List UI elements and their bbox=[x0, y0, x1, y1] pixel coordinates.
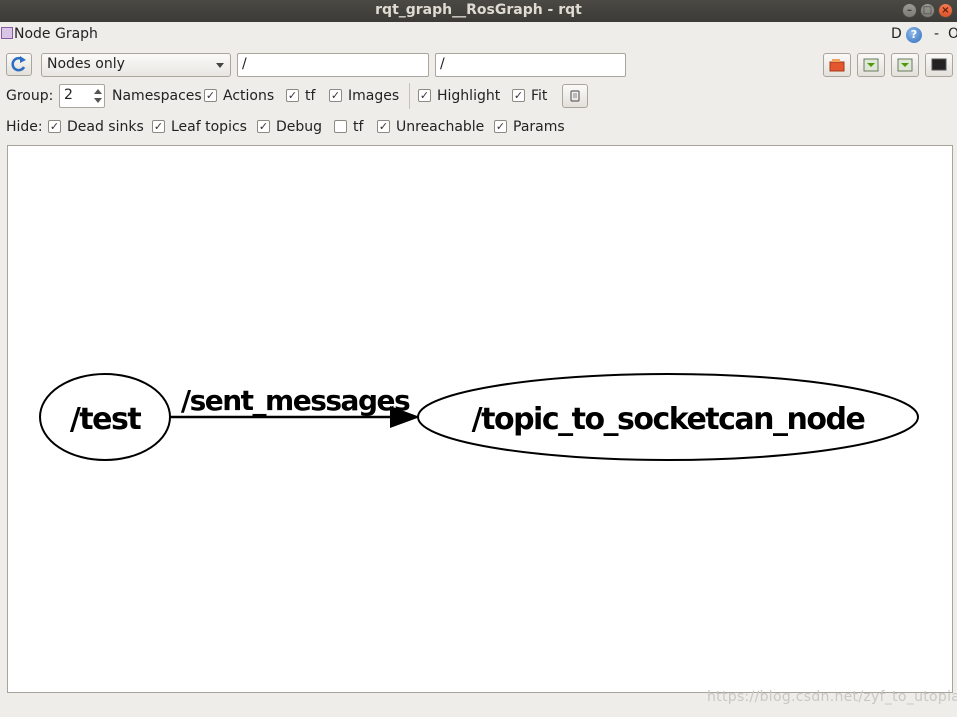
watermark: https://blog.csdn.net/zyf_to_utopia bbox=[707, 689, 957, 705]
highlight-checkbox[interactable]: ✓ bbox=[512, 89, 525, 102]
screenshot-icon bbox=[931, 58, 947, 71]
graph-type-select[interactable]: Nodes only bbox=[41, 53, 231, 77]
dock-minimize-button[interactable]: - bbox=[934, 26, 939, 42]
save-image-icon bbox=[897, 58, 913, 72]
screenshot-button[interactable] bbox=[925, 53, 953, 77]
leaf-topics-checkbox[interactable]: ✓ bbox=[152, 120, 165, 133]
hide-label: Hide: bbox=[6, 119, 43, 135]
graph-edge-sent-messages[interactable]: /sent_messages bbox=[170, 384, 420, 428]
help-icon[interactable]: ? bbox=[906, 27, 922, 43]
open-file-icon bbox=[829, 59, 845, 72]
load-dot-button[interactable] bbox=[823, 53, 851, 77]
namespaces-label: Namespaces bbox=[112, 88, 202, 104]
minimize-button[interactable]: – bbox=[902, 3, 917, 18]
group-label: Group: bbox=[6, 88, 54, 104]
actions-checkbox[interactable]: ✓ bbox=[286, 89, 299, 102]
group-spinbox[interactable]: 2 bbox=[59, 84, 105, 108]
node-label-topic-to-socketcan: /topic_to_socketcan_node bbox=[472, 402, 865, 437]
dead-sinks-checkbox[interactable]: ✓ bbox=[48, 120, 61, 133]
graph-type-value: Nodes only bbox=[47, 56, 125, 72]
save-dot-icon bbox=[863, 58, 879, 72]
maximize-button[interactable]: □ bbox=[920, 3, 935, 18]
toolbar-divider bbox=[409, 83, 410, 109]
hide-tf-checkbox[interactable] bbox=[334, 120, 347, 133]
window-titlebar: rqt_graph__RosGraph - rqt – □ × bbox=[0, 0, 957, 22]
debug-checkbox[interactable]: ✓ bbox=[257, 120, 270, 133]
actions-label: Actions bbox=[223, 88, 275, 104]
images-checkbox[interactable]: ✓ bbox=[418, 89, 431, 102]
images-label: Images bbox=[348, 88, 400, 104]
namespaces-checkbox[interactable]: ✓ bbox=[204, 89, 217, 102]
graph-node-test[interactable]: /test bbox=[39, 373, 171, 461]
leaf-topics-label: Leaf topics bbox=[171, 119, 247, 135]
graph-node-topic-to-socketcan[interactable]: /topic_to_socketcan_node bbox=[417, 373, 919, 461]
refresh-button[interactable] bbox=[6, 53, 32, 76]
chevron-down-icon bbox=[216, 63, 224, 68]
save-image-button[interactable] bbox=[891, 53, 919, 77]
refresh-icon bbox=[11, 56, 26, 72]
fit-view-icon bbox=[570, 90, 580, 102]
debug-label: Debug bbox=[276, 119, 323, 135]
unreachable-label: Unreachable bbox=[396, 119, 485, 135]
dock-options-button[interactable]: O bbox=[948, 26, 957, 42]
node-label-test: /test bbox=[70, 402, 142, 437]
dock-titlebar bbox=[0, 24, 957, 46]
dock-title: Node Graph bbox=[14, 26, 98, 42]
params-checkbox[interactable]: ✓ bbox=[494, 120, 507, 133]
graph-svg: /test /sent_messages /topic_to_socketcan… bbox=[39, 373, 919, 461]
spin-down-icon[interactable] bbox=[94, 98, 102, 103]
highlight-label: Highlight bbox=[437, 88, 501, 104]
params-label: Params bbox=[513, 119, 565, 135]
graph-canvas[interactable]: /test /sent_messages /topic_to_socketcan… bbox=[7, 145, 953, 693]
namespace-filter-input[interactable]: / bbox=[237, 53, 429, 77]
plugin-icon bbox=[1, 27, 13, 39]
fit-label: Fit bbox=[531, 88, 548, 104]
edge-label-sent-messages: /sent_messages bbox=[181, 384, 410, 417]
fit-view-button[interactable] bbox=[562, 84, 588, 108]
dead-sinks-label: Dead sinks bbox=[67, 119, 144, 135]
unreachable-checkbox[interactable]: ✓ bbox=[377, 120, 390, 133]
save-dot-button[interactable] bbox=[857, 53, 885, 77]
group-tf-label: tf bbox=[305, 88, 316, 104]
group-tf-checkbox[interactable]: ✓ bbox=[329, 89, 342, 102]
spin-up-icon[interactable] bbox=[94, 89, 102, 94]
group-value: 2 bbox=[64, 87, 73, 103]
close-button[interactable]: × bbox=[938, 3, 953, 18]
topic-filter-input[interactable]: / bbox=[435, 53, 626, 77]
hide-tf-label: tf bbox=[353, 119, 364, 135]
window-title: rqt_graph__RosGraph - rqt bbox=[375, 2, 582, 18]
dock-d-button[interactable]: D bbox=[891, 26, 902, 42]
